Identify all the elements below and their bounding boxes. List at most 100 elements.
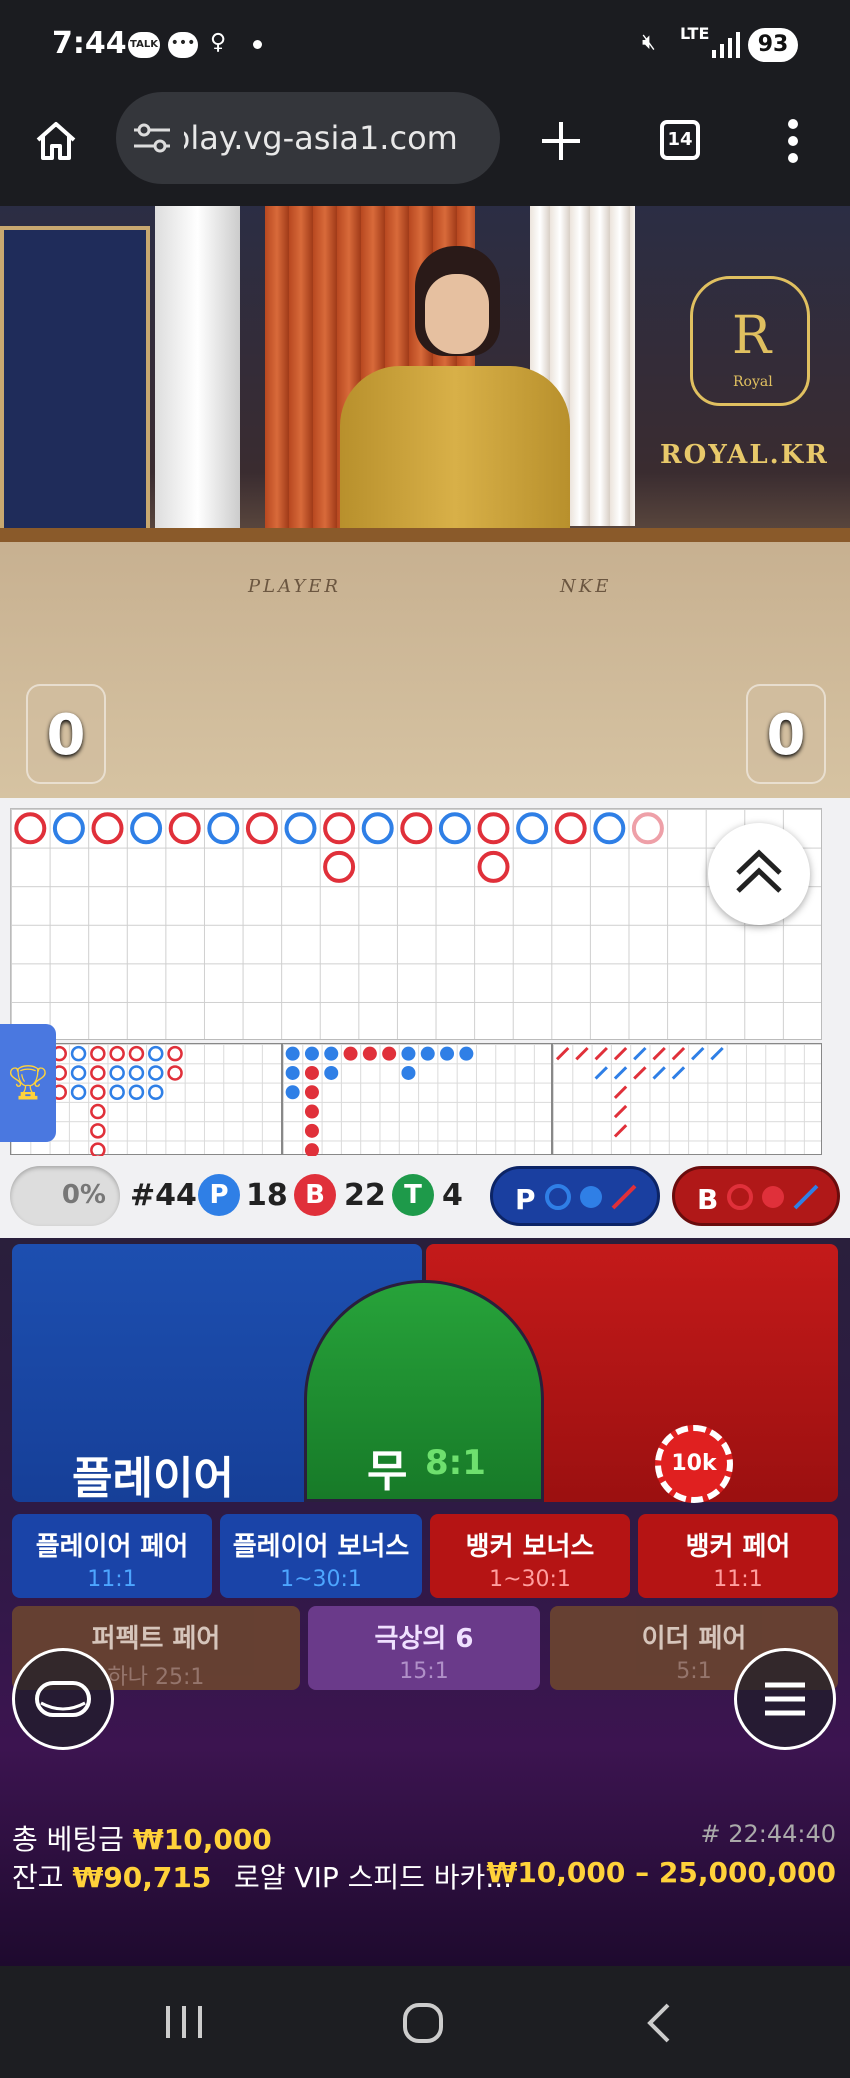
cockroach-banker xyxy=(671,1046,686,1061)
big-road-banker xyxy=(90,1123,106,1139)
cockroach-banker xyxy=(575,1046,589,1061)
address-bar[interactable]: play.vg-asia1.com xyxy=(116,92,500,184)
expand-roadmap-button[interactable] xyxy=(708,823,810,925)
live-video: PLAYER NKE R Royal ROYAL.KR 0 0 xyxy=(0,206,850,798)
back-icon[interactable] xyxy=(644,2002,674,2044)
cockroach-player xyxy=(613,1066,628,1080)
banker-bead xyxy=(631,812,664,845)
stats-row: 0% #44 P 18 B 22 T 4 P B xyxy=(0,1158,850,1234)
big-eye-player xyxy=(401,1065,416,1080)
player-bead xyxy=(361,812,394,845)
cockroach-banker xyxy=(633,1066,647,1080)
placed-chip: 10k xyxy=(655,1425,733,1503)
big-eye-road[interactable] xyxy=(282,1043,552,1177)
banker-bonus-bet[interactable]: 뱅커 보너스 1~30:1 xyxy=(430,1514,630,1598)
special-bet-odds: 15:1 xyxy=(399,1659,449,1684)
wall-panel xyxy=(0,226,150,546)
round-number: #44 xyxy=(130,1178,197,1213)
big-eye-player xyxy=(401,1046,416,1061)
ask-banker-button[interactable]: B xyxy=(672,1166,840,1226)
banker-score: 0 xyxy=(746,684,826,784)
menu-button[interactable] xyxy=(734,1648,836,1750)
win-percent-toggle[interactable]: 0% xyxy=(10,1166,120,1226)
table-view-button[interactable] xyxy=(12,1648,114,1750)
big-eye-player xyxy=(420,1046,435,1061)
banker-bead xyxy=(477,812,510,845)
tab-switcher-button[interactable]: 14 xyxy=(660,120,700,160)
total-bet-label: 총 베팅금 xyxy=(12,1823,124,1856)
balance-label: 잔고 xyxy=(12,1861,64,1894)
table-shape-icon xyxy=(35,1681,91,1717)
big-road-banker xyxy=(90,1065,106,1081)
cockroach-player xyxy=(691,1046,705,1061)
ask-player-label: P xyxy=(515,1183,536,1216)
big-eye-banker xyxy=(382,1046,397,1061)
table-edge xyxy=(0,528,850,542)
big-road-banker xyxy=(167,1045,183,1062)
site-settings-icon[interactable] xyxy=(132,122,172,154)
cockroach-svg xyxy=(555,1046,724,1138)
big-road-player xyxy=(148,1065,164,1081)
side-bet-odds: 11:1 xyxy=(713,1567,763,1592)
roadmap-panel: 🏆︎ 0% #44 P 18 B 22 T 4 P B xyxy=(0,798,850,1238)
player-pair-bet[interactable]: 플레이어 페어 11:1 xyxy=(12,1514,212,1598)
super-six-bet[interactable]: 극상의 6 15:1 xyxy=(308,1606,540,1690)
big-eye-player xyxy=(324,1046,339,1061)
side-bet-odds: 11:1 xyxy=(87,1567,137,1592)
home-icon[interactable] xyxy=(34,118,78,162)
player-bead xyxy=(284,812,317,845)
side-bet-label: 뱅커 페어 xyxy=(685,1532,791,1562)
screen: 7:44 TALK ••• ♀ 🔇︎ LTE 93 play.vg-asia1.… xyxy=(0,0,850,2078)
mute-icon: 🔇︎ xyxy=(642,30,656,55)
recent-apps-icon[interactable] xyxy=(164,2004,204,2040)
balance-row: 잔고 ₩90,715 xyxy=(12,1856,211,1896)
big-eye-banker xyxy=(362,1046,377,1061)
banker-bead xyxy=(14,812,47,845)
royal-crest-sub: Royal xyxy=(733,374,773,390)
banker-pair-bet[interactable]: 뱅커 페어 11:1 xyxy=(638,1514,838,1598)
player-count: 18 xyxy=(246,1178,288,1213)
network-type: LTE xyxy=(680,24,710,43)
side-bet-label: 뱅커 보너스 xyxy=(465,1532,595,1562)
table-name: 로얄 VIP 스피드 바카... xyxy=(234,1861,513,1894)
big-road-player xyxy=(70,1065,87,1081)
banker-bead xyxy=(554,812,587,845)
accessibility-icon: ♀ xyxy=(210,30,227,55)
player-bead xyxy=(52,812,85,845)
bead-road[interactable] xyxy=(10,808,822,1040)
cockroach-player xyxy=(671,1066,686,1080)
big-road-player xyxy=(109,1084,125,1100)
big-road-player xyxy=(148,1084,164,1100)
tie-bet-label: 무 xyxy=(367,1446,408,1497)
trophy-icon[interactable]: 🏆︎ xyxy=(0,1024,56,1142)
banker-bead xyxy=(168,812,201,845)
balance-value: ₩90,715 xyxy=(72,1861,212,1894)
player-badge: P xyxy=(198,1174,240,1216)
cockroach-banker xyxy=(613,1046,628,1061)
big-road-banker xyxy=(90,1045,106,1062)
big-road-banker xyxy=(90,1103,106,1120)
ask-player-predict-icons xyxy=(545,1184,637,1210)
pillar xyxy=(155,206,240,536)
big-eye-banker xyxy=(343,1046,358,1061)
cockroach-road[interactable] xyxy=(552,1043,822,1155)
table-felt xyxy=(0,536,850,798)
big-eye-banker xyxy=(304,1085,319,1100)
player-bonus-bet[interactable]: 플레이어 보너스 1~30:1 xyxy=(220,1514,422,1598)
side-bet-label: 플레이어 페어 xyxy=(35,1532,189,1562)
cockroach-player xyxy=(594,1066,608,1080)
table-banker-text: NKE xyxy=(560,576,612,597)
big-road-player xyxy=(128,1084,145,1100)
big-eye-svg xyxy=(285,1046,474,1177)
betting-area: 플레이어 무 8:1 10k 플레이어 페어 11:1 플레이어 보너스 1~3… xyxy=(0,1238,850,1966)
big-eye-player xyxy=(304,1046,319,1061)
total-bet-row: 총 베팅금 ₩10,000 xyxy=(12,1818,272,1858)
banker-bead xyxy=(245,812,278,845)
home-nav-icon[interactable] xyxy=(402,2002,444,2044)
battery-level: 93 xyxy=(748,28,798,62)
player-bet-label: 플레이어 xyxy=(72,1453,234,1504)
more-menu-icon[interactable] xyxy=(786,118,800,164)
new-tab-icon[interactable] xyxy=(540,120,582,162)
ask-player-button[interactable]: P xyxy=(490,1166,660,1226)
status-bar: 7:44 TALK ••• ♀ 🔇︎ LTE 93 xyxy=(0,0,850,90)
